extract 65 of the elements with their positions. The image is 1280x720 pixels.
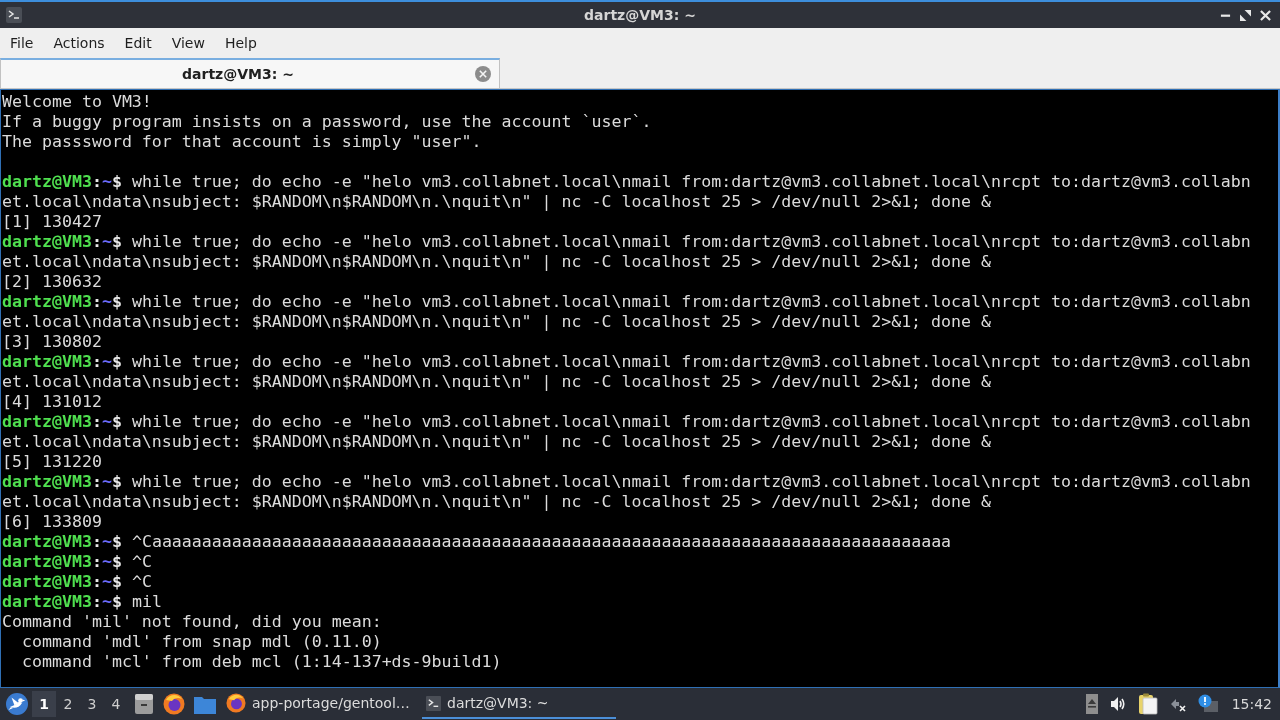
- output-text: [4] 131012: [2, 392, 102, 411]
- task-button[interactable]: app-portage/gentool…: [222, 689, 416, 719]
- command-text: while true; do echo -e "helo vm3.collabnet.local\nmail from:dartz@vm3.collabnet.local\nrcpt to:dartz@vm3.collabn: [131, 472, 1251, 491]
- shell-prompt: dartz@VM3:~$: [2, 572, 122, 591]
- output-text: Welcome to VM3!: [2, 92, 152, 111]
- shell-prompt: dartz@VM3:~$: [2, 232, 122, 251]
- workspace-button[interactable]: 3: [80, 691, 104, 717]
- globe-icon: [226, 693, 246, 713]
- workspace-button[interactable]: 2: [56, 691, 80, 717]
- folder-icon[interactable]: [194, 694, 216, 714]
- terminal-icon: [426, 695, 441, 711]
- shell-prompt: dartz@VM3:~$: [2, 352, 122, 371]
- command-text: while true; do echo -e "helo vm3.collabnet.local\nmail from:dartz@vm3.collabnet.local\nrcpt to:dartz@vm3.collabn: [131, 232, 1251, 251]
- output-text: [5] 131220: [2, 452, 102, 471]
- output-text: [6] 133809: [2, 512, 102, 531]
- output-text: command 'mdl' from snap mdl (0.11.0): [20, 632, 382, 651]
- menu-item[interactable]: View: [161, 33, 215, 53]
- workspace-button[interactable]: 4: [104, 691, 128, 717]
- output-text: et.local\ndata\nsubject: $RANDOM\n$RANDOM\n.\nquit\n" | nc -C localhost 25 > /dev/null 2>&1; done &: [2, 192, 992, 211]
- output-text: [3] 130802: [2, 332, 102, 351]
- eject-icon[interactable]: [1085, 694, 1098, 714]
- menu-item[interactable]: File: [0, 33, 44, 53]
- shell-prompt: dartz@VM3:~$: [2, 172, 122, 191]
- command-text: mil: [131, 592, 162, 611]
- output-text: The passsword for that account is simply "user".: [2, 132, 482, 151]
- command-text: ^C: [131, 572, 152, 591]
- command-text: while true; do echo -e "helo vm3.collabnet.local\nmail from:dartz@vm3.collabnet.local\nrcpt to:dartz@vm3.collabn: [131, 412, 1251, 431]
- window-title: dartz@VM3: ~: [584, 7, 696, 23]
- output-text: Command 'mil' not found, did you mean:: [2, 612, 382, 631]
- command-text: ^Caaaaaaaaaaaaaaaaaaaaaaaaaaaaaaaaaaaaaaaaaaaaaaaaaaaaaaaaaaaaaaaaaaaaaaaaaaaaaaaa: [131, 532, 952, 551]
- notification-icon[interactable]: [1197, 694, 1218, 714]
- command-text: while true; do echo -e "helo vm3.collabnet.local\nmail from:dartz@vm3.collabnet.local\nrcpt to:dartz@vm3.collabn: [131, 172, 1251, 191]
- speaker-icon[interactable]: [1109, 696, 1126, 712]
- shell-prompt: dartz@VM3:~$: [2, 292, 122, 311]
- workspace-button[interactable]: 1: [32, 691, 56, 717]
- maximize-icon[interactable]: [1240, 9, 1251, 21]
- tab[interactable]: dartz@VM3: ~: [0, 58, 500, 88]
- output-text: et.local\ndata\nsubject: $RANDOM\n$RANDOM\n.\nquit\n" | nc -C localhost 25 > /dev/null 2>&1; done &: [2, 312, 992, 331]
- shell-prompt: dartz@VM3:~$: [2, 412, 122, 431]
- bird-icon[interactable]: [6, 693, 28, 715]
- output-text: If a buggy program insists on a password, use the account `user`.: [2, 112, 652, 131]
- menu-item[interactable]: Edit: [114, 33, 162, 53]
- menu-item[interactable]: Actions: [43, 33, 115, 53]
- command-text: while true; do echo -e "helo vm3.collabnet.local\nmail from:dartz@vm3.collabnet.local\nrcpt to:dartz@vm3.collabn: [131, 292, 1251, 311]
- output-text: command 'mcl' from deb mcl (1:14-137+ds-9build1): [20, 652, 502, 671]
- globe-icon[interactable]: [163, 693, 185, 715]
- shell-prompt: dartz@VM3:~$: [2, 532, 122, 551]
- output-text: [2] 130632: [2, 272, 102, 291]
- output-text: et.local\ndata\nsubject: $RANDOM\n$RANDOM\n.\nquit\n" | nc -C localhost 25 > /dev/null 2>&1; done &: [2, 432, 992, 451]
- clipboard-icon[interactable]: [1137, 693, 1158, 715]
- output-text: et.local\ndata\nsubject: $RANDOM\n$RANDOM\n.\nquit\n" | nc -C localhost 25 > /dev/null 2>&1; done &: [2, 372, 992, 391]
- menu-item[interactable]: Help: [214, 33, 267, 53]
- terminal-icon: [6, 7, 22, 23]
- file-cabinet-icon[interactable]: [134, 693, 154, 715]
- command-text: ^C: [131, 552, 152, 571]
- output-text: et.local\ndata\nsubject: $RANDOM\n$RANDOM\n.\nquit\n" | nc -C localhost 25 > /dev/null 2>&1; done &: [2, 252, 992, 271]
- command-text: while true; do echo -e "helo vm3.collabnet.local\nmail from:dartz@vm3.collabnet.local\nrcpt to:dartz@vm3.collabn: [131, 352, 1251, 371]
- shell-prompt: dartz@VM3:~$: [2, 472, 122, 491]
- task-button[interactable]: dartz@VM3: ~: [422, 689, 616, 719]
- clock[interactable]: 15:42: [1231, 696, 1272, 712]
- output-text: [1] 130427: [2, 212, 102, 231]
- output-text: et.local\ndata\nsubject: $RANDOM\n$RANDOM\n.\nquit\n" | nc -C localhost 25 > /dev/null 2>&1; done &: [2, 492, 992, 511]
- shell-prompt: dartz@VM3:~$: [2, 592, 122, 611]
- close-icon[interactable]: [1260, 9, 1271, 21]
- shell-prompt: dartz@VM3:~$: [2, 552, 122, 571]
